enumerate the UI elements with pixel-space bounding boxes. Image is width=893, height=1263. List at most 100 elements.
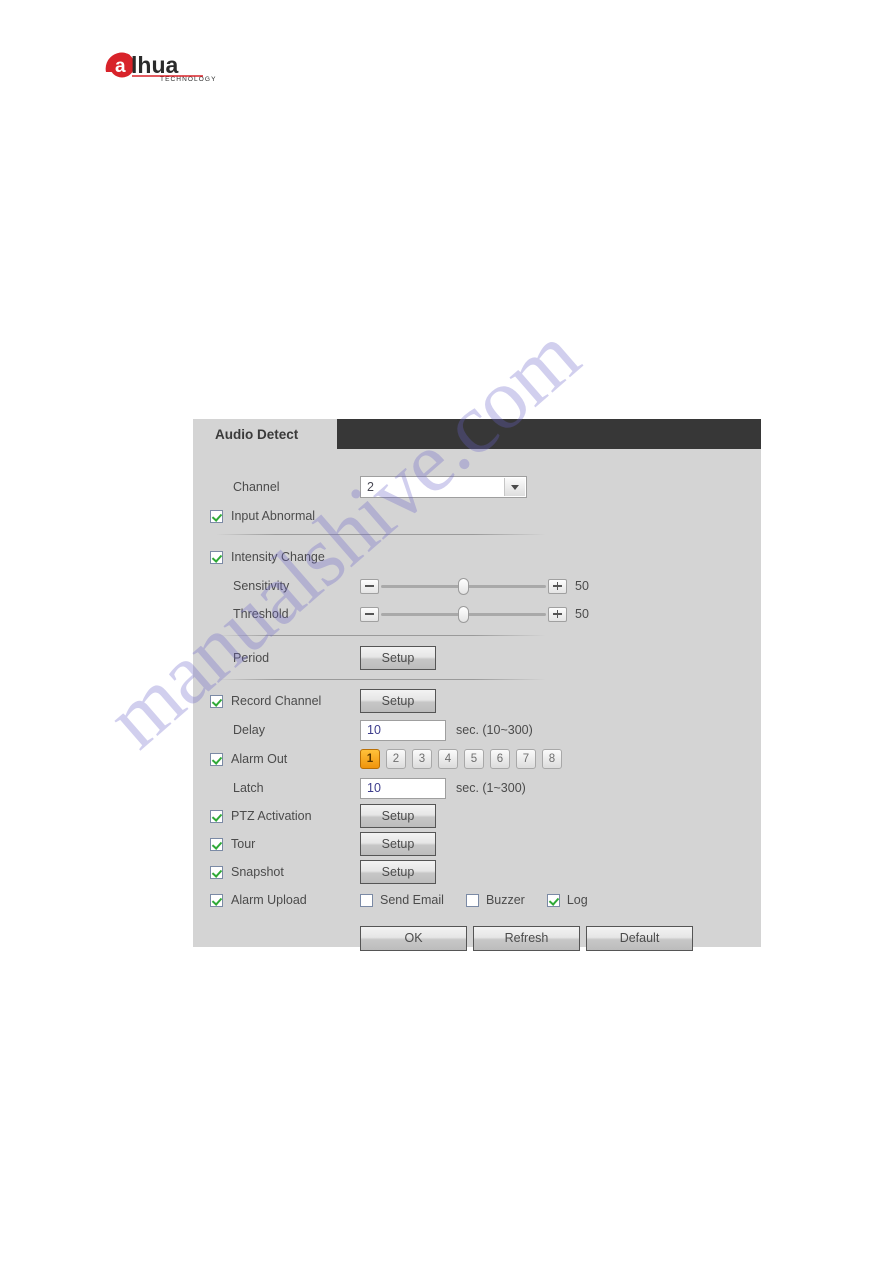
delay-label: Delay	[233, 723, 265, 737]
sensitivity-value: 50	[575, 579, 589, 593]
row-channel: Channel 2	[193, 473, 761, 501]
intensity-change-field[interactable]: Intensity Change	[193, 550, 360, 564]
record-channel-checkbox[interactable]	[210, 694, 223, 708]
row-ptz-activation: PTZ Activation Setup	[193, 802, 761, 830]
ok-button[interactable]: OK	[360, 925, 467, 951]
snapshot-checkbox[interactable]	[210, 865, 223, 879]
alarm-out-button-3[interactable]: 3	[412, 749, 432, 769]
alarm-out-button-5[interactable]: 5	[464, 749, 484, 769]
tab-audio-detect-label: Audio Detect	[215, 426, 299, 442]
period-setup-button[interactable]: Setup	[360, 646, 436, 670]
svg-text:TECHNOLOGY: TECHNOLOGY	[160, 76, 217, 83]
send-email-label: Send Email	[380, 893, 444, 907]
row-latch: Latch 10 sec. (1~300)	[193, 774, 761, 802]
row-tour: Tour Setup	[193, 830, 761, 858]
alarm-upload-label: Alarm Upload	[231, 893, 307, 907]
sensitivity-plus-icon[interactable]	[548, 578, 567, 594]
input-abnormal-field[interactable]: Input Abnormal	[193, 509, 360, 523]
sensitivity-control: 50	[360, 577, 589, 595]
ptz-activation-checkbox[interactable]	[210, 809, 223, 823]
ptz-activation-setup-button[interactable]: Setup	[360, 804, 436, 828]
sensitivity-thumb[interactable]	[458, 577, 469, 595]
delay-unit: sec. (10~300)	[456, 723, 533, 737]
input-abnormal-checkbox[interactable]	[210, 509, 223, 523]
refresh-button[interactable]: Refresh	[473, 925, 580, 951]
separator-1	[216, 534, 546, 535]
threshold-control: 50	[360, 605, 589, 623]
separator-3	[216, 679, 546, 680]
buzzer-label: Buzzer	[485, 893, 525, 907]
threshold-value: 50	[575, 607, 589, 621]
audio-detect-panel: Audio Detect Channel 2 Input Abnormal In…	[193, 419, 761, 951]
latch-input[interactable]: 10	[360, 777, 446, 799]
threshold-minus-icon[interactable]	[360, 606, 379, 622]
threshold-thumb[interactable]	[458, 605, 469, 623]
row-actions: OK Refresh Default	[193, 924, 761, 952]
alarm-out-button-7[interactable]: 7	[516, 749, 536, 769]
alarm-upload-field[interactable]: Alarm Upload	[193, 893, 360, 907]
record-channel-control: Setup	[360, 689, 436, 713]
tour-label: Tour	[231, 837, 256, 851]
alarm-out-field[interactable]: Alarm Out	[193, 752, 360, 766]
intensity-change-label: Intensity Change	[231, 550, 325, 564]
default-button[interactable]: Default	[586, 925, 693, 951]
row-snapshot: Snapshot Setup	[193, 858, 761, 886]
buzzer-field[interactable]: Buzzer	[465, 893, 525, 907]
send-email-checkbox[interactable]	[360, 893, 373, 907]
tab-audio-detect[interactable]: Audio Detect	[193, 419, 337, 449]
snapshot-field[interactable]: Snapshot	[193, 865, 360, 879]
input-abnormal-label: Input Abnormal	[231, 509, 316, 523]
delay-input[interactable]: 10	[360, 719, 446, 741]
alarm-out-button-4[interactable]: 4	[438, 749, 458, 769]
threshold-slider[interactable]: 50	[360, 605, 589, 623]
channel-label: Channel	[233, 480, 280, 494]
snapshot-control: Setup	[360, 860, 436, 884]
latch-unit: sec. (1~300)	[456, 781, 526, 795]
tour-field[interactable]: Tour	[193, 837, 360, 851]
intensity-change-checkbox[interactable]	[210, 550, 223, 564]
ptz-activation-field[interactable]: PTZ Activation	[193, 809, 360, 823]
sensitivity-minus-icon[interactable]	[360, 578, 379, 594]
threshold-track[interactable]	[381, 605, 546, 623]
row-alarm-out: Alarm Out 1 2 3 4 5 6 7 8	[193, 745, 761, 773]
channel-select[interactable]: 2	[360, 476, 527, 498]
chevron-down-icon[interactable]	[504, 478, 525, 496]
threshold-plus-icon[interactable]	[548, 606, 567, 622]
alarm-out-button-1[interactable]: 1	[360, 749, 380, 769]
log-field[interactable]: Log	[546, 893, 588, 907]
log-checkbox[interactable]	[546, 893, 560, 907]
tour-control: Setup	[360, 832, 436, 856]
separator-2	[216, 635, 546, 636]
sensitivity-track[interactable]	[381, 577, 546, 595]
alarm-upload-checkbox[interactable]	[210, 893, 223, 907]
send-email-field[interactable]: Send Email	[360, 893, 444, 907]
alarm-out-label: Alarm Out	[231, 752, 288, 766]
latch-control: 10 sec. (1~300)	[360, 777, 526, 799]
snapshot-setup-button[interactable]: Setup	[360, 860, 436, 884]
svg-text:a: a	[115, 56, 126, 77]
alarm-out-buttons: 1 2 3 4 5 6 7 8	[360, 749, 568, 769]
sensitivity-slider[interactable]: 50	[360, 577, 589, 595]
ptz-activation-label: PTZ Activation	[231, 809, 312, 823]
record-channel-setup-button[interactable]: Setup	[360, 689, 436, 713]
panel-body: Channel 2 Input Abnormal Intensity Chang…	[193, 449, 761, 951]
record-channel-field[interactable]: Record Channel	[193, 694, 360, 708]
alarm-out-checkbox[interactable]	[210, 752, 223, 766]
alarm-out-button-6[interactable]: 6	[490, 749, 510, 769]
buzzer-checkbox[interactable]	[465, 893, 479, 907]
row-threshold: Threshold 50	[193, 600, 761, 628]
svg-text:lhua: lhua	[131, 52, 178, 78]
action-buttons: OK Refresh Default	[360, 925, 693, 951]
alarm-out-button-2[interactable]: 2	[386, 749, 406, 769]
tour-checkbox[interactable]	[210, 837, 223, 851]
period-label: Period	[233, 651, 270, 665]
sensitivity-label: Sensitivity	[233, 579, 290, 593]
snapshot-label: Snapshot	[231, 865, 284, 879]
channel-select-value: 2	[367, 480, 374, 494]
alarm-out-button-8[interactable]: 8	[542, 749, 562, 769]
channel-control: 2	[360, 476, 527, 498]
row-delay: Delay 10 sec. (10~300)	[193, 716, 761, 744]
dahua-logo-svg: a lhua TECHNOLOGY	[105, 52, 217, 83]
row-input-abnormal: Input Abnormal	[193, 502, 761, 530]
tour-setup-button[interactable]: Setup	[360, 832, 436, 856]
